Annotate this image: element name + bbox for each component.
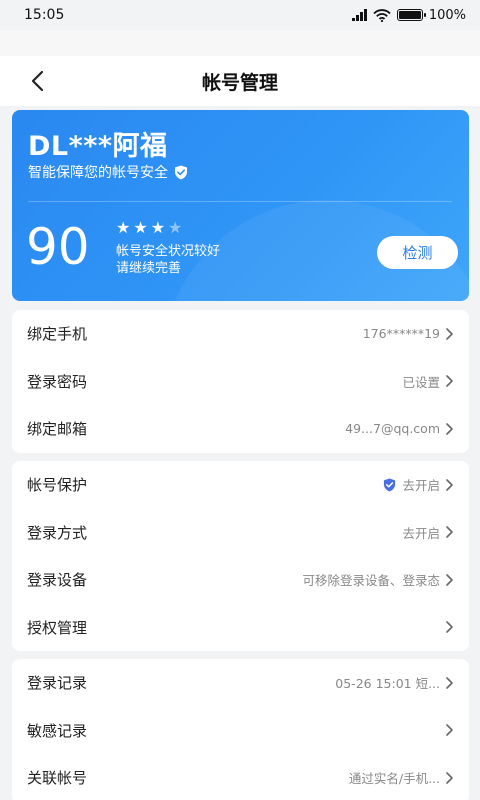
signal-icon [351,9,367,21]
star-icon: ★ [116,218,131,237]
star-icon: ★ [150,218,166,237]
chevron-right-icon [446,422,453,435]
row-label: 登录方式 [27,523,88,542]
top-spacer [0,30,480,56]
security-subtitle-text: 智能保障您的帐号安全 [28,165,168,181]
row-value: 去开启 [402,525,440,541]
page-title: 帐号管理 [201,71,278,94]
row-value: 通过实名/手机... [348,771,440,787]
settings-row-account-protection[interactable]: 帐号保护 去开启 [12,461,469,509]
chevron-right-icon [446,771,453,784]
settings-row-phone[interactable]: 绑定手机 176******19 [12,310,469,358]
account-protection-group: 帐号保护 去开启 登录方式 去开启 登录设备 可移除登录设备、登录态 授权管理 [12,461,469,651]
settings-row-login-method[interactable]: 登录方式 去开启 [12,509,469,557]
shield-check-icon [384,478,396,492]
hero-divider [28,201,452,202]
account-name: DL***阿福 [28,131,168,162]
row-label: 绑定手机 [27,325,88,344]
row-label: 关联帐号 [27,769,88,788]
security-score: 90 [26,218,90,276]
status-bar: 15:05 100% [0,0,480,30]
settings-row-linked-accounts[interactable]: 关联帐号 通过实名/手机... [12,754,469,800]
chevron-right-icon [446,676,453,689]
row-value: 已设置 [402,374,440,390]
chevron-left-icon [31,70,44,92]
status-time: 15:05 [24,7,65,23]
settings-row-email[interactable]: 绑定邮箱 49...7@qq.com [12,405,469,453]
settings-row-sensitive-records[interactable]: 敏感记录 [12,707,469,755]
chevron-right-icon [446,375,453,388]
account-records-group: 登录记录 05-26 15:01 短... 敏感记录 关联帐号 通过实名/手机.… [12,659,469,800]
settings-row-login-records[interactable]: 登录记录 05-26 15:01 短... [12,659,469,707]
chevron-right-icon [446,621,453,634]
row-value: 176******19 [362,326,440,342]
row-label: 授权管理 [27,618,88,637]
battery-icon [396,9,426,21]
chevron-right-icon [446,573,453,586]
row-value: 可移除登录设备、登录态 [302,573,440,589]
row-value: 去开启 [402,478,440,494]
nav-bar: 帐号管理 [0,56,480,106]
row-label: 帐号保护 [27,476,88,495]
security-summary-card: DL***阿福 智能保障您的帐号安全 90 ★ ★ ★ ★ 帐号安全状况较好 请继续完… [12,110,469,301]
settings-row-login-devices[interactable]: 登录设备 可移除登录设备、登录态 [12,556,469,604]
detect-button[interactable]: 检测 [377,236,458,269]
battery-level: 100% [428,7,466,23]
row-label: 登录记录 [27,674,88,693]
chevron-right-icon [446,327,453,340]
row-label: 登录设备 [27,571,88,590]
back-button[interactable] [20,64,54,98]
chevron-right-icon [446,526,453,539]
shield-check-icon [175,165,187,179]
row-label: 登录密码 [27,372,88,391]
account-binding-group: 绑定手机 176******19 登录密码 已设置 绑定邮箱 49...7@qq… [12,310,469,453]
row-label: 敏感记录 [27,721,88,740]
security-status: 帐号安全状况较好 请继续完善 [116,243,220,277]
security-status-line1: 帐号安全状况较好 [116,244,221,259]
security-subtitle: 智能保障您的帐号安全 [28,162,188,182]
chevron-right-icon [446,724,453,737]
row-value: 49...7@qq.com [345,421,440,437]
row-value: 05-26 15:01 短... [335,676,440,692]
security-status-line2: 请继续完善 [116,261,182,276]
settings-row-password[interactable]: 登录密码 已设置 [12,358,469,406]
star-icon: ★ [168,218,183,237]
wifi-icon [373,8,391,22]
star-icon: ★ [133,218,148,237]
chevron-right-icon [446,478,453,491]
security-stars: ★ ★ ★ ★ [116,220,182,236]
row-label: 绑定邮箱 [27,420,88,439]
settings-row-authorization[interactable]: 授权管理 [12,604,469,652]
status-icons: 100% [351,7,466,23]
